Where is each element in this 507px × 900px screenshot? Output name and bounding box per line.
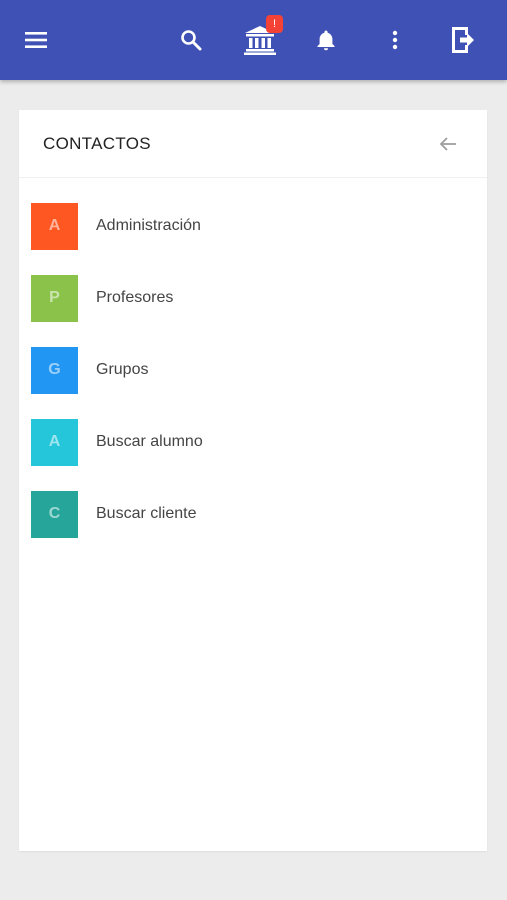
contact-label: Buscar cliente	[96, 505, 197, 522]
search-icon	[181, 30, 202, 51]
contact-label: Buscar alumno	[96, 433, 203, 450]
notifications-button[interactable]	[306, 20, 346, 60]
card-title: CONTACTOS	[43, 133, 151, 153]
contacts-card: CONTACTOS A Administración P Profesores …	[19, 110, 487, 851]
bell-icon	[317, 30, 335, 51]
contact-label: Profesores	[96, 289, 174, 306]
institution-button[interactable]: !	[240, 15, 283, 60]
contact-item-buscar-cliente[interactable]: C Buscar cliente	[19, 478, 487, 550]
logout-icon	[452, 27, 474, 53]
avatar: P	[31, 274, 78, 322]
search-button[interactable]	[171, 20, 211, 60]
more-vert-icon	[392, 30, 398, 50]
avatar: C	[31, 490, 78, 538]
contact-item-profesores[interactable]: P Profesores	[19, 262, 487, 334]
contact-item-administracion[interactable]: A Administración	[19, 190, 487, 262]
hamburger-menu-icon	[25, 32, 47, 48]
arrow-left-icon	[439, 136, 456, 151]
contact-item-buscar-alumno[interactable]: A Buscar alumno	[19, 406, 487, 478]
avatar: A	[31, 202, 78, 250]
logout-button[interactable]	[442, 20, 482, 60]
menu-button[interactable]	[16, 20, 56, 60]
institution-alert-badge: !	[266, 15, 283, 33]
contacts-list: A Administración P Profesores G Grupos A…	[19, 178, 487, 550]
avatar: A	[31, 418, 78, 466]
avatar: G	[31, 346, 78, 394]
more-options-button[interactable]	[375, 20, 415, 60]
card-header: CONTACTOS	[19, 110, 487, 178]
app-toolbar: !	[0, 0, 507, 80]
back-button[interactable]	[433, 129, 463, 159]
contact-item-grupos[interactable]: G Grupos	[19, 334, 487, 406]
contact-label: Administración	[96, 217, 201, 234]
contact-label: Grupos	[96, 361, 149, 378]
